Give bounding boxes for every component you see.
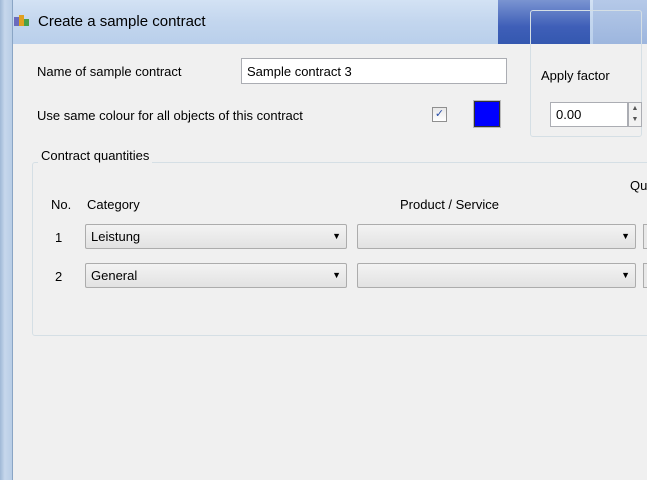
name-label: Name of sample contract: [37, 64, 182, 79]
quantity-input[interactable]: [643, 224, 647, 249]
spin-up-icon[interactable]: ▲: [629, 103, 641, 114]
category-dropdown[interactable]: General ▼: [85, 263, 347, 288]
category-value: Leistung: [91, 229, 141, 244]
chevron-down-icon: ▼: [621, 270, 630, 280]
category-value: General: [91, 268, 138, 283]
product-service-dropdown[interactable]: ▼: [357, 224, 636, 249]
chevron-down-icon: ▼: [332, 270, 341, 280]
row-number: 2: [55, 269, 63, 284]
contract-quantities-legend: Contract quantities: [38, 148, 153, 163]
window-title: Create a sample contract: [38, 13, 206, 30]
row-number: 1: [55, 230, 63, 245]
contract-app-icon: [14, 15, 29, 26]
chevron-down-icon: ▼: [332, 231, 341, 241]
same-colour-label: Use same colour for all objects of this …: [37, 108, 303, 123]
colour-picker-swatch[interactable]: [473, 100, 501, 128]
column-header-no: No.: [51, 197, 72, 212]
quantity-input[interactable]: [643, 263, 647, 288]
apply-factor-spinner[interactable]: ▲ ▼: [628, 102, 642, 127]
contract-name-input[interactable]: Sample contract 3: [241, 58, 507, 84]
chevron-down-icon: ▼: [621, 231, 630, 241]
same-colour-checkbox[interactable]: ✓: [432, 107, 447, 122]
apply-factor-legend: Apply factor: [538, 68, 613, 83]
product-service-dropdown[interactable]: ▼: [357, 263, 636, 288]
column-header-category: Category: [87, 197, 140, 212]
column-header-quantity: Qu: [630, 178, 647, 193]
apply-factor-input[interactable]: 0.00: [550, 102, 628, 127]
column-header-product: Product / Service: [400, 197, 499, 212]
category-dropdown[interactable]: Leistung ▼: [85, 224, 347, 249]
contract-quantities-group: [32, 162, 647, 336]
spin-down-icon[interactable]: ▼: [629, 114, 641, 125]
window-frame-left: [0, 0, 13, 480]
